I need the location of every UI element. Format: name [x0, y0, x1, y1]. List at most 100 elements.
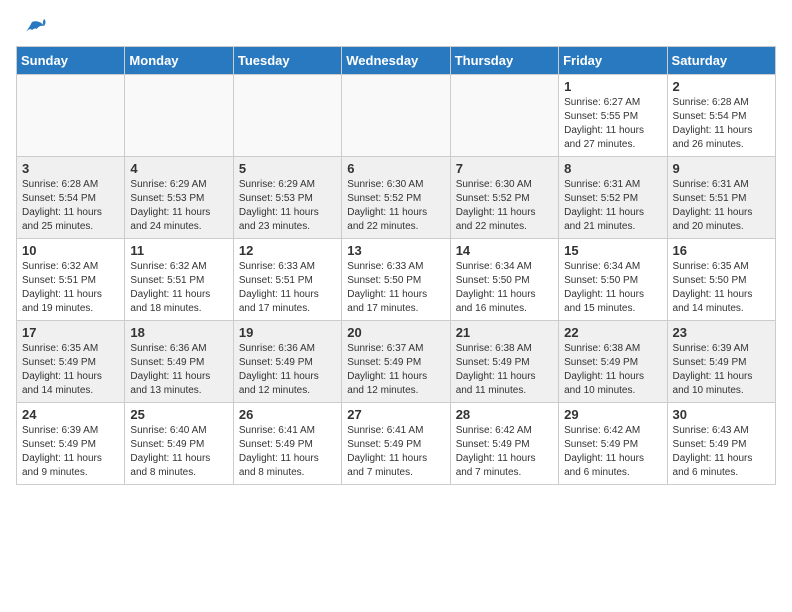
calendar-cell: 6 Sunrise: 6:30 AM Sunset: 5:52 PM Daylig… — [342, 157, 450, 239]
calendar-week-row: 1 Sunrise: 6:27 AM Sunset: 5:55 PM Daylig… — [17, 75, 776, 157]
calendar-week-row: 17 Sunrise: 6:35 AM Sunset: 5:49 PM Dayli… — [17, 321, 776, 403]
weekday-header-thursday: Thursday — [450, 47, 558, 75]
day-info: Sunrise: 6:32 AM Sunset: 5:51 PM Dayligh… — [130, 260, 227, 316]
calendar-cell: 2 Sunrise: 6:28 AM Sunset: 5:54 PM Daylig… — [667, 75, 775, 157]
weekday-header-row: SundayMondayTuesdayWednesdayThursdayFrid… — [17, 47, 776, 75]
calendar-cell: 14Sunrise: 6:34 AM Sunset: 5:50 PM Dayli… — [450, 239, 558, 321]
calendar-cell: 13 Sunrise: 6:33 AM Sunset: 5:50 PM Dayli… — [342, 239, 450, 321]
weekday-header-wednesday: Wednesday — [342, 47, 450, 75]
day-number: 25 — [130, 407, 227, 422]
calendar-cell: 19Sunrise: 6:36 AM Sunset: 5:49 PM Dayli… — [233, 321, 341, 403]
day-info: Sunrise: 6:42 AM Sunset: 5:49 PM Dayligh… — [456, 424, 553, 480]
day-number: 18 — [130, 325, 227, 340]
day-number: 30 — [673, 407, 770, 422]
day-info: Sunrise: 6:39 AM Sunset: 5:49 PM Dayligh… — [22, 424, 119, 480]
weekday-header-saturday: Saturday — [667, 47, 775, 75]
day-number: 11 — [130, 243, 227, 258]
calendar-cell: 20 Sunrise: 6:37 AM Sunset: 5:49 PM Dayli… — [342, 321, 450, 403]
calendar-cell: 18 Sunrise: 6:36 AM Sunset: 5:49 PM Dayli… — [125, 321, 233, 403]
weekday-header-friday: Friday — [559, 47, 667, 75]
day-number: 15 — [564, 243, 661, 258]
day-number: 5 — [239, 161, 336, 176]
day-info: Sunrise: 6:31 AM Sunset: 5:52 PM Dayligh… — [564, 178, 661, 234]
day-info: Sunrise: 6:32 AM Sunset: 5:51 PM Dayligh… — [22, 260, 119, 316]
day-info: Sunrise: 6:36 AM Sunset: 5:49 PM Dayligh… — [130, 342, 227, 398]
day-number: 23 — [673, 325, 770, 340]
calendar-cell: 1 Sunrise: 6:27 AM Sunset: 5:55 PM Daylig… — [559, 75, 667, 157]
calendar-cell: 5 Sunrise: 6:29 AM Sunset: 5:53 PM Daylig… — [233, 157, 341, 239]
calendar-week-row: 10 Sunrise: 6:32 AM Sunset: 5:51 PM Dayli… — [17, 239, 776, 321]
day-number: 12 — [239, 243, 336, 258]
calendar-cell — [342, 75, 450, 157]
calendar-cell: 29 Sunrise: 6:42 AM Sunset: 5:49 PM Dayli… — [559, 403, 667, 485]
calendar-cell: 12 Sunrise: 6:33 AM Sunset: 5:51 PM Dayli… — [233, 239, 341, 321]
calendar-cell: 10 Sunrise: 6:32 AM Sunset: 5:51 PM Dayli… — [17, 239, 125, 321]
day-number: 6 — [347, 161, 444, 176]
day-info: Sunrise: 6:42 AM Sunset: 5:49 PM Dayligh… — [564, 424, 661, 480]
day-info: Sunrise: 6:28 AM Sunset: 5:54 PM Dayligh… — [22, 178, 119, 234]
day-info: Sunrise: 6:33 AM Sunset: 5:50 PM Dayligh… — [347, 260, 444, 316]
calendar-cell: 8Sunrise: 6:31 AM Sunset: 5:52 PM Daylig… — [559, 157, 667, 239]
calendar-cell — [233, 75, 341, 157]
day-number: 1 — [564, 79, 661, 94]
calendar-cell: 25 Sunrise: 6:40 AM Sunset: 5:49 PM Dayli… — [125, 403, 233, 485]
calendar-cell — [450, 75, 558, 157]
day-number: 21 — [456, 325, 553, 340]
header — [16, 16, 776, 38]
day-info: Sunrise: 6:35 AM Sunset: 5:49 PM Dayligh… — [22, 342, 119, 398]
day-number: 13 — [347, 243, 444, 258]
day-info: Sunrise: 6:30 AM Sunset: 5:52 PM Dayligh… — [456, 178, 553, 234]
calendar-cell: 3Sunrise: 6:28 AM Sunset: 5:54 PM Daylig… — [17, 157, 125, 239]
day-number: 4 — [130, 161, 227, 176]
weekday-header-sunday: Sunday — [17, 47, 125, 75]
calendar-cell: 21 Sunrise: 6:38 AM Sunset: 5:49 PM Dayli… — [450, 321, 558, 403]
day-info: Sunrise: 6:38 AM Sunset: 5:49 PM Dayligh… — [456, 342, 553, 398]
day-info: Sunrise: 6:30 AM Sunset: 5:52 PM Dayligh… — [347, 178, 444, 234]
day-info: Sunrise: 6:43 AM Sunset: 5:49 PM Dayligh… — [673, 424, 770, 480]
day-info: Sunrise: 6:31 AM Sunset: 5:51 PM Dayligh… — [673, 178, 770, 234]
logo-bird-icon — [18, 16, 46, 44]
day-number: 10 — [22, 243, 119, 258]
day-info: Sunrise: 6:41 AM Sunset: 5:49 PM Dayligh… — [239, 424, 336, 480]
day-info: Sunrise: 6:39 AM Sunset: 5:49 PM Dayligh… — [673, 342, 770, 398]
day-number: 28 — [456, 407, 553, 422]
day-number: 7 — [456, 161, 553, 176]
day-number: 26 — [239, 407, 336, 422]
day-number: 29 — [564, 407, 661, 422]
calendar-cell: 30 Sunrise: 6:43 AM Sunset: 5:49 PM Dayli… — [667, 403, 775, 485]
calendar-cell: 17 Sunrise: 6:35 AM Sunset: 5:49 PM Dayli… — [17, 321, 125, 403]
calendar-cell: 27Sunrise: 6:41 AM Sunset: 5:49 PM Dayli… — [342, 403, 450, 485]
calendar-cell: 7 Sunrise: 6:30 AM Sunset: 5:52 PM Daylig… — [450, 157, 558, 239]
day-info: Sunrise: 6:28 AM Sunset: 5:54 PM Dayligh… — [673, 96, 770, 152]
calendar-cell: 23 Sunrise: 6:39 AM Sunset: 5:49 PM Dayli… — [667, 321, 775, 403]
day-number: 17 — [22, 325, 119, 340]
day-number: 24 — [22, 407, 119, 422]
calendar-week-row: 3Sunrise: 6:28 AM Sunset: 5:54 PM Daylig… — [17, 157, 776, 239]
day-number: 2 — [673, 79, 770, 94]
calendar-cell: 11 Sunrise: 6:32 AM Sunset: 5:51 PM Dayli… — [125, 239, 233, 321]
weekday-header-monday: Monday — [125, 47, 233, 75]
calendar-week-row: 24 Sunrise: 6:39 AM Sunset: 5:49 PM Dayli… — [17, 403, 776, 485]
weekday-header-tuesday: Tuesday — [233, 47, 341, 75]
day-info: Sunrise: 6:41 AM Sunset: 5:49 PM Dayligh… — [347, 424, 444, 480]
day-info: Sunrise: 6:33 AM Sunset: 5:51 PM Dayligh… — [239, 260, 336, 316]
calendar-cell: 16Sunrise: 6:35 AM Sunset: 5:50 PM Dayli… — [667, 239, 775, 321]
calendar-cell — [125, 75, 233, 157]
day-number: 20 — [347, 325, 444, 340]
day-info: Sunrise: 6:29 AM Sunset: 5:53 PM Dayligh… — [130, 178, 227, 234]
calendar-cell: 4 Sunrise: 6:29 AM Sunset: 5:53 PM Daylig… — [125, 157, 233, 239]
day-number: 22 — [564, 325, 661, 340]
day-number: 9 — [673, 161, 770, 176]
calendar-table: SundayMondayTuesdayWednesdayThursdayFrid… — [16, 46, 776, 485]
day-info: Sunrise: 6:34 AM Sunset: 5:50 PM Dayligh… — [564, 260, 661, 316]
day-info: Sunrise: 6:35 AM Sunset: 5:50 PM Dayligh… — [673, 260, 770, 316]
calendar-cell: 26 Sunrise: 6:41 AM Sunset: 5:49 PM Dayli… — [233, 403, 341, 485]
logo — [16, 16, 46, 38]
day-info: Sunrise: 6:27 AM Sunset: 5:55 PM Dayligh… — [564, 96, 661, 152]
day-number: 14 — [456, 243, 553, 258]
day-info: Sunrise: 6:29 AM Sunset: 5:53 PM Dayligh… — [239, 178, 336, 234]
calendar-cell: 9 Sunrise: 6:31 AM Sunset: 5:51 PM Daylig… — [667, 157, 775, 239]
day-info: Sunrise: 6:40 AM Sunset: 5:49 PM Dayligh… — [130, 424, 227, 480]
calendar-cell: 24 Sunrise: 6:39 AM Sunset: 5:49 PM Dayli… — [17, 403, 125, 485]
day-info: Sunrise: 6:37 AM Sunset: 5:49 PM Dayligh… — [347, 342, 444, 398]
